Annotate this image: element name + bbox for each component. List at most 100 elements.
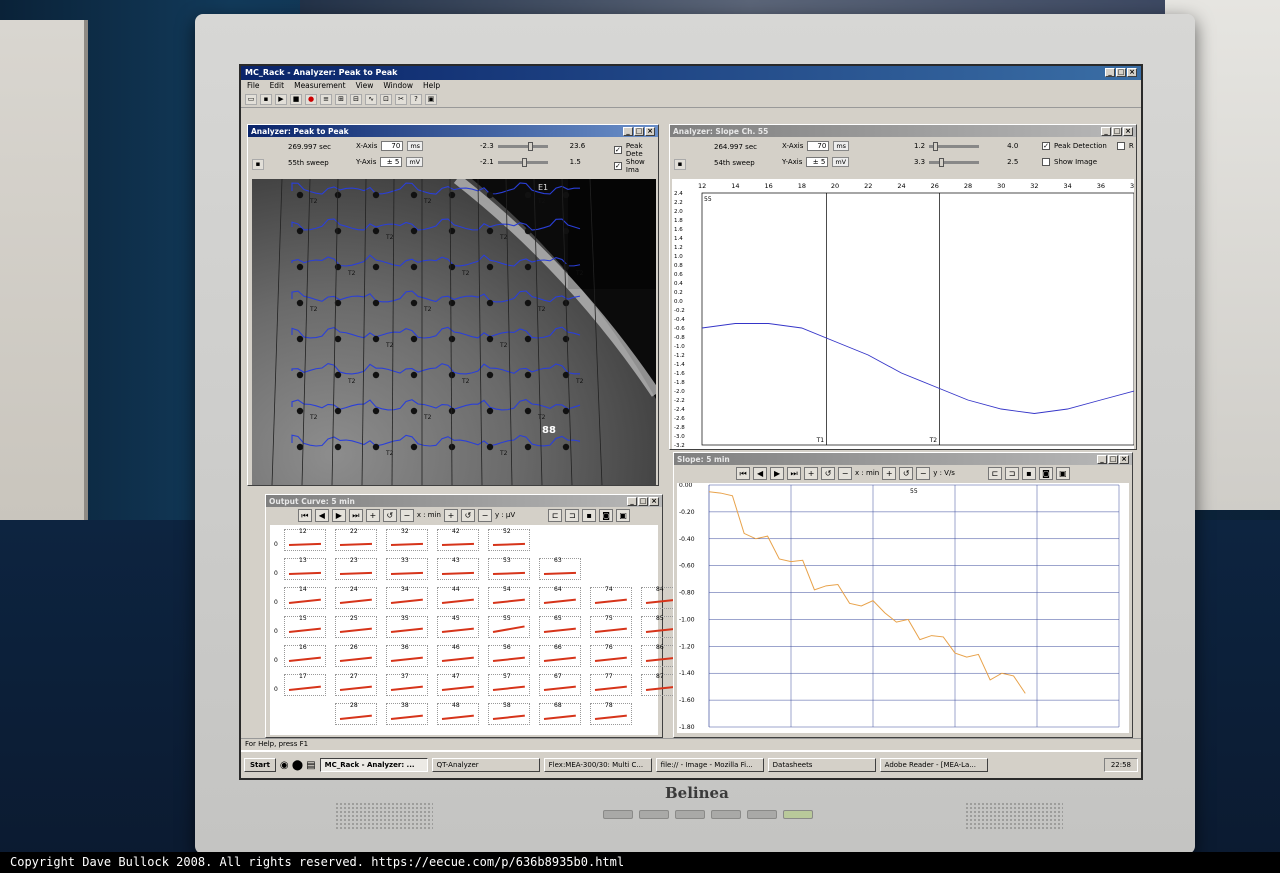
- tool-icon-6[interactable]: ✂: [395, 94, 407, 105]
- close-icon[interactable]: ×: [1123, 126, 1133, 136]
- output-mini-plot[interactable]: 17: [284, 673, 326, 696]
- slope5-window-title-bar[interactable]: Slope: 5 min _ □ ×: [674, 453, 1132, 465]
- output-mini-plot[interactable]: 27: [335, 673, 377, 696]
- menu-window[interactable]: Window: [383, 81, 413, 91]
- range-b-slider[interactable]: [929, 157, 980, 167]
- close-icon[interactable]: ×: [645, 126, 655, 136]
- close-icon[interactable]: ×: [1127, 68, 1137, 77]
- output-mini-plot[interactable]: 35: [386, 615, 428, 638]
- checkbox-empty-icon[interactable]: [1042, 158, 1050, 166]
- output-mini-plot[interactable]: 44: [437, 586, 479, 609]
- menu-file[interactable]: File: [247, 81, 260, 91]
- tool-icon-a[interactable]: ⊏: [548, 508, 563, 522]
- output-mini-plot[interactable]: 16: [284, 644, 326, 667]
- maximize-icon[interactable]: □: [634, 126, 644, 136]
- last-icon[interactable]: ⏭: [787, 466, 802, 480]
- output-mini-plot[interactable]: 37: [386, 673, 428, 696]
- next-icon[interactable]: ▶: [331, 508, 346, 522]
- save-icon[interactable]: ▪: [1021, 466, 1036, 480]
- tool-icon-4[interactable]: ∿: [365, 94, 377, 105]
- minimize-icon[interactable]: _: [627, 496, 637, 506]
- output-mini-plot[interactable]: 75: [590, 615, 632, 638]
- peak-detect-check[interactable]: ✓ Peak Dete: [614, 142, 658, 158]
- checkbox-checked-icon[interactable]: ✓: [614, 146, 622, 154]
- y-axis-value[interactable]: ± 5: [806, 157, 829, 167]
- monitor-button[interactable]: [711, 810, 741, 819]
- quicklaunch-icon[interactable]: ◉ ⬤ ▤: [280, 760, 316, 771]
- output-mini-plot[interactable]: 28: [335, 702, 377, 725]
- output-mini-plot[interactable]: 36: [386, 644, 428, 667]
- app-title-bar[interactable]: MC_Rack - Analyzer: Peak to Peak _ □ ×: [241, 66, 1141, 80]
- task-adobe-reader[interactable]: Adobe Reader - [MEA-La...: [879, 758, 988, 772]
- minimize-icon[interactable]: _: [1105, 68, 1115, 77]
- last-icon[interactable]: ⏭: [348, 508, 363, 522]
- output-mini-plot[interactable]: 74: [590, 586, 632, 609]
- output-mini-plot[interactable]: 68: [539, 702, 581, 725]
- output-mini-plot[interactable]: 14: [284, 586, 326, 609]
- task-flex-mea[interactable]: Flex:MEA-300/30: Multi C...: [543, 758, 652, 772]
- output-mini-plot[interactable]: 43: [437, 557, 479, 580]
- range-b-slider[interactable]: [497, 157, 548, 167]
- zoom-reset-icon[interactable]: ↺: [460, 508, 475, 522]
- menu-measurement[interactable]: Measurement: [294, 81, 346, 91]
- checkbox-checked-icon[interactable]: ✓: [1042, 142, 1050, 150]
- first-icon[interactable]: ⏮: [297, 508, 312, 522]
- next-icon[interactable]: ▶: [770, 466, 785, 480]
- task-mozilla[interactable]: file:// - Image - Mozilla Fi...: [655, 758, 764, 772]
- menu-view[interactable]: View: [356, 81, 374, 91]
- layout-icon[interactable]: ▣: [616, 508, 631, 522]
- tool-icon-5[interactable]: ⊡: [380, 94, 392, 105]
- output-mini-plot[interactable]: 58: [488, 702, 530, 725]
- close-icon[interactable]: ×: [649, 496, 659, 506]
- x-axis-value[interactable]: 70: [807, 141, 830, 151]
- output-mini-plot[interactable]: 55: [488, 615, 530, 638]
- menu-help[interactable]: Help: [423, 81, 440, 91]
- power-button[interactable]: [783, 810, 813, 819]
- tool-icon-b[interactable]: ⊐: [1004, 466, 1019, 480]
- show-image-check[interactable]: Show Image: [1042, 158, 1097, 166]
- output-mini-plot[interactable]: 64: [539, 586, 581, 609]
- output-mini-plot[interactable]: 23: [335, 557, 377, 580]
- output-mini-plot[interactable]: 48: [437, 702, 479, 725]
- tool-icon-b[interactable]: ⊐: [565, 508, 580, 522]
- zoom-out-icon[interactable]: −: [838, 466, 853, 480]
- y-axis-unit[interactable]: mV: [832, 157, 850, 167]
- record-icon[interactable]: ●: [305, 94, 317, 105]
- output-mini-plot[interactable]: 22: [335, 528, 377, 551]
- show-image-check[interactable]: ✓ Show Ima: [614, 158, 658, 174]
- checkbox-checked-icon[interactable]: ✓: [614, 162, 622, 170]
- output-mini-plot[interactable]: 38: [386, 702, 428, 725]
- y-axis-value[interactable]: ± 5: [380, 157, 403, 167]
- zoom-reset-icon[interactable]: ↺: [821, 466, 836, 480]
- menu-edit[interactable]: Edit: [270, 81, 285, 91]
- output-mini-plot[interactable]: 32: [386, 528, 428, 551]
- monitor-button[interactable]: [603, 810, 633, 819]
- layout-icon[interactable]: ▣: [1055, 466, 1070, 480]
- output-mini-plot[interactable]: 34: [386, 586, 428, 609]
- zoom-out-icon[interactable]: −: [477, 508, 492, 522]
- zoom-in-icon[interactable]: +: [443, 508, 458, 522]
- output-mini-plot[interactable]: 56: [488, 644, 530, 667]
- tool-icon-a[interactable]: ⊏: [987, 466, 1002, 480]
- output-mini-plot[interactable]: 63: [539, 557, 581, 580]
- zoom-out-icon[interactable]: −: [916, 466, 931, 480]
- tool-icon-3[interactable]: ⊟: [350, 94, 362, 105]
- minimize-icon[interactable]: _: [623, 126, 633, 136]
- tool-icon-2[interactable]: ⊞: [335, 94, 347, 105]
- output-mini-plot[interactable]: 12: [284, 528, 326, 551]
- minimize-icon[interactable]: _: [1101, 126, 1111, 136]
- close-icon[interactable]: ×: [1119, 454, 1129, 464]
- monitor-button[interactable]: [747, 810, 777, 819]
- output-mini-plot[interactable]: 26: [335, 644, 377, 667]
- output-window-title-bar[interactable]: Output Curve: 5 min _ □ ×: [266, 495, 662, 507]
- output-mini-plot[interactable]: 46: [437, 644, 479, 667]
- save-icon[interactable]: ▪: [252, 159, 264, 170]
- prev-icon[interactable]: ◀: [314, 508, 329, 522]
- output-mini-plot[interactable]: 45: [437, 615, 479, 638]
- save-icon[interactable]: ▪: [582, 508, 597, 522]
- range-a-slider[interactable]: [497, 141, 548, 151]
- save-icon[interactable]: ▪: [260, 94, 272, 105]
- peak-detection-check[interactable]: ✓ Peak Detection R: [1042, 142, 1134, 150]
- maximize-icon[interactable]: □: [638, 496, 648, 506]
- open-icon[interactable]: ▭: [245, 94, 257, 105]
